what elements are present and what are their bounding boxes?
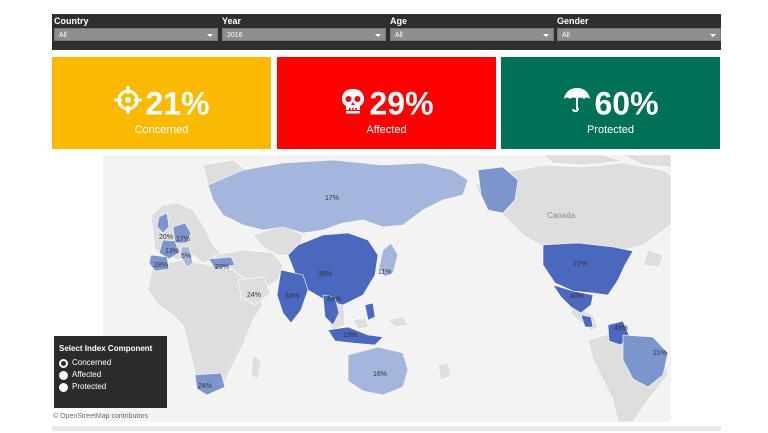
country-dropdown-value: All (59, 32, 67, 39)
age-dropdown[interactable]: All (390, 28, 554, 41)
chevron-down-icon (543, 34, 549, 37)
south-africa-value: 24% (198, 383, 212, 390)
radio-affected[interactable]: Affected (59, 369, 162, 381)
age-filter: Age All (390, 16, 554, 41)
thailand-value: 33% (327, 296, 341, 303)
gender-filter-label: Gender (557, 16, 589, 26)
indonesia-value: 19% (343, 332, 357, 339)
protected-tile[interactable]: 60% Protected (501, 57, 720, 149)
protected-value: 60% (594, 85, 659, 122)
switzerland-value: 5% (181, 253, 191, 260)
gender-dropdown[interactable]: All (557, 28, 721, 41)
radio-protected-label: Protected (72, 382, 107, 391)
country-dropdown[interactable]: All (54, 28, 218, 41)
skull-icon (339, 86, 367, 122)
scrollbar[interactable] (52, 426, 721, 431)
age-dropdown-value: All (395, 32, 403, 39)
concerned-label: Concerned (134, 124, 189, 136)
usa-value: 27% (573, 261, 587, 268)
chevron-down-icon (375, 34, 381, 37)
filter-bar: Country All Year 2016 Age All Gender All (52, 14, 721, 50)
germany-value: 17% (176, 236, 190, 243)
world-map[interactable]: Canada 17% 20% 17% 13% 5% 28% 23% 24% 36… (103, 155, 671, 422)
concerned-value: 21% (145, 85, 210, 122)
radio-protected[interactable]: Protected (59, 381, 162, 393)
concerned-tile[interactable]: 21% Concerned (52, 57, 271, 149)
brazil-value: 21% (653, 350, 667, 357)
age-filter-label: Age (390, 16, 408, 26)
radio-affected-label: Affected (72, 370, 102, 379)
radio-concerned[interactable]: Concerned (59, 357, 162, 369)
selector-title: Select Index Component (59, 344, 153, 353)
radio-unselected-icon[interactable] (59, 370, 68, 380)
umbrella-icon (562, 85, 592, 122)
country-filter-label: Country (54, 16, 89, 26)
protected-value-row: 60% (501, 83, 720, 122)
affected-value-row: 29% (277, 83, 496, 122)
index-component-selector: Select Index Component Concerned Affecte… (54, 336, 167, 408)
affected-label: Affected (366, 124, 407, 136)
protected-label: Protected (586, 124, 635, 136)
affected-tile[interactable]: 29% Affected (277, 57, 496, 149)
year-dropdown-value: 2016 (227, 32, 243, 39)
canada-place-label: Canada (547, 211, 576, 220)
radio-concerned-label: Concerned (72, 358, 112, 367)
gender-dropdown-value: All (562, 32, 570, 39)
chevron-down-icon (710, 34, 716, 37)
turkey-value: 23% (215, 264, 229, 271)
france-value: 13% (165, 248, 179, 255)
china-value: 36% (318, 271, 332, 278)
radio-selected-icon[interactable] (59, 358, 68, 368)
year-filter-label: Year (222, 16, 242, 26)
mexico-value: 40% (570, 293, 584, 300)
uk-value: 20% (159, 234, 173, 241)
russia-value: 17% (325, 195, 339, 202)
target-icon (113, 85, 143, 122)
country-filter: Country All (54, 16, 218, 41)
year-filter: Year 2016 (222, 16, 386, 41)
radio-unselected-icon[interactable] (59, 382, 68, 392)
map-attribution[interactable]: © OpenStreetMap contributors (53, 413, 148, 420)
india-value: 33% (285, 293, 299, 300)
affected-value: 29% (369, 85, 434, 122)
colombia-value: 48% (614, 325, 628, 332)
saudi-arabia-value: 24% (247, 292, 261, 299)
concerned-value-row: 21% (52, 83, 271, 122)
australia-value: 16% (373, 371, 387, 378)
dashboard: Country All Year 2016 Age All Gender All (0, 0, 768, 433)
year-dropdown[interactable]: 2016 (222, 28, 386, 41)
chevron-down-icon (207, 34, 213, 37)
spain-value: 28% (154, 262, 168, 269)
japan-value: 11% (378, 269, 392, 276)
gender-filter: Gender All (557, 16, 721, 41)
